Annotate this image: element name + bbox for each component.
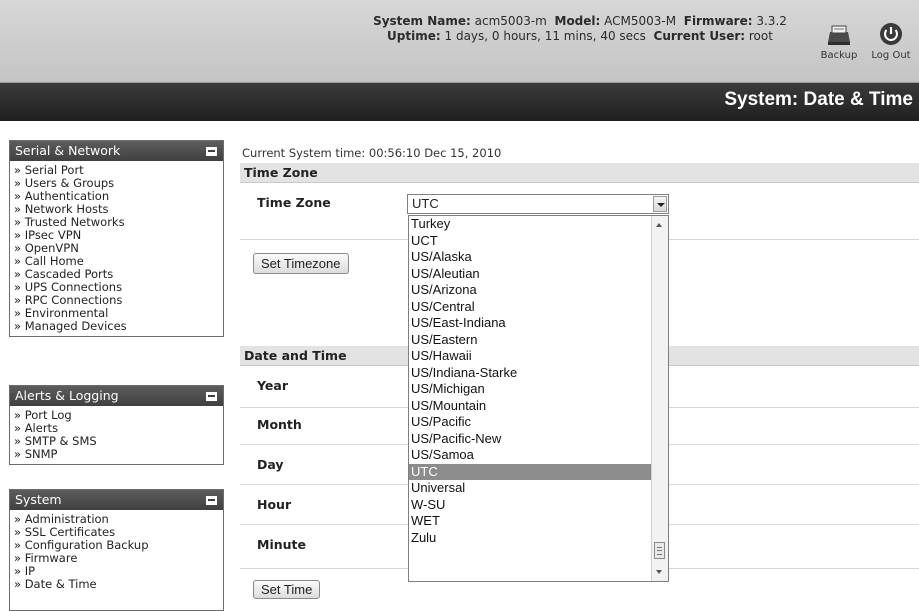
menu-item-firmware[interactable]: » Firmware [14, 552, 223, 565]
dropdown-option[interactable]: US/Mountain [409, 398, 654, 415]
dropdown-option[interactable]: UCT [409, 233, 654, 250]
page-title: System: Date & Time [724, 89, 913, 110]
sidebar-panel-serial-network: Serial & Network » Serial Port » Users &… [9, 140, 224, 337]
minute-label: Minute [257, 537, 306, 552]
dropdown-option[interactable]: UTC [409, 463, 654, 480]
uptime: 1 days, 0 hours, 11 mins, 40 secs [444, 29, 646, 43]
current-user-label: Current User: [653, 29, 746, 43]
menu-item-snmp[interactable]: » SNMP [14, 448, 223, 461]
dropdown-option[interactable]: US/Indiana-Starke [409, 365, 654, 382]
title-bar: System: Date & Time [0, 83, 919, 121]
dropdown-option[interactable]: US/Samoa [409, 447, 654, 464]
top-header: System Name: acm5003-m Model: ACM5003-M … [0, 0, 919, 83]
system-info: System Name: acm5003-m Model: ACM5003-M … [360, 14, 800, 44]
panel-title: Alerts & Logging [15, 388, 119, 403]
sidebar-panel-alerts-logging: Alerts & Logging » Port Log » Alerts » S… [9, 385, 224, 465]
scroll-down-arrow-icon[interactable] [656, 570, 662, 574]
month-label: Month [257, 417, 302, 432]
dropdown-option[interactable]: US/Alaska [409, 249, 654, 266]
panel-title: Serial & Network [15, 143, 121, 158]
menu-item-managed-devices[interactable]: » Managed Devices [14, 320, 223, 333]
backup-label: Backup [820, 50, 858, 61]
collapse-icon[interactable] [206, 392, 217, 401]
backup-icon [828, 25, 850, 45]
dropdown-option[interactable]: WET [409, 513, 654, 530]
menu-item-date-time[interactable]: » Date & Time [14, 578, 223, 591]
panel-menu: » Serial Port » Users & Groups » Authent… [10, 161, 223, 336]
time-zone-selected-value: UTC [412, 196, 439, 211]
dropdown-option[interactable]: US/Pacific [409, 414, 654, 431]
chevron-down-icon[interactable] [653, 196, 667, 212]
dropdown-option[interactable]: US/Michigan [409, 381, 654, 398]
firmware-label: Firmware: [683, 14, 753, 28]
dropdown-option[interactable]: Zulu [409, 530, 654, 547]
set-time-button[interactable]: Set Time [253, 580, 321, 599]
model-label: Model: [554, 14, 601, 28]
panel-menu: » Administration » SSL Certificates » Co… [10, 510, 223, 594]
time-zone-section-header: Time Zone [240, 163, 919, 183]
scroll-thumb[interactable] [654, 542, 665, 559]
set-timezone-button[interactable]: Set Timezone [253, 253, 349, 274]
system-name-label: System Name: [373, 14, 471, 28]
panel-menu: » Port Log » Alerts » SMTP & SMS » SNMP [10, 406, 223, 464]
year-label: Year [257, 378, 288, 393]
time-zone-select[interactable]: UTC [407, 194, 669, 214]
hour-label: Hour [257, 497, 292, 512]
dropdown-option[interactable]: US/Pacific-New [409, 431, 654, 448]
dropdown-option[interactable]: Turkey [409, 216, 654, 233]
system-name: acm5003-m [474, 14, 547, 28]
panel-title: System [15, 492, 62, 507]
model: ACM5003-M [604, 14, 677, 28]
collapse-icon[interactable] [206, 147, 217, 156]
dropdown-option[interactable]: US/Arizona [409, 282, 654, 299]
current-system-time: Current System time: 00:56:10 Dec 15, 20… [242, 146, 502, 160]
backup-button[interactable]: Backup [814, 22, 864, 61]
logout-button[interactable]: Log Out [866, 22, 916, 61]
dropdown-option[interactable]: US/Hawaii [409, 348, 654, 365]
logout-label: Log Out [871, 50, 911, 61]
dropdown-option[interactable]: US/Central [409, 299, 654, 316]
firmware-version: 3.3.2 [756, 14, 787, 28]
dropdown-option[interactable]: W-SU [409, 497, 654, 514]
current-user: root [748, 29, 773, 43]
time-zone-dropdown-list[interactable]: Turkey UCT US/Alaska US/Aleutian US/Arizona U… [408, 215, 669, 582]
scroll-up-arrow-icon[interactable] [656, 223, 662, 227]
panel-header[interactable]: Alerts & Logging [10, 386, 223, 406]
day-label: Day [257, 457, 284, 472]
power-icon [880, 23, 902, 45]
dropdown-scrollbar[interactable] [651, 216, 668, 581]
panel-header[interactable]: Serial & Network [10, 141, 223, 161]
dropdown-option[interactable]: US/East-Indiana [409, 315, 654, 332]
dropdown-option[interactable]: US/Aleutian [409, 266, 654, 283]
collapse-icon[interactable] [206, 496, 217, 505]
uptime-label: Uptime: [387, 29, 441, 43]
sidebar-panel-system: System » Administration » SSL Certificat… [9, 489, 224, 611]
panel-header[interactable]: System [10, 490, 223, 510]
dropdown-option[interactable]: US/Eastern [409, 332, 654, 349]
dropdown-option[interactable]: Universal [409, 480, 654, 497]
time-zone-label: Time Zone [257, 195, 331, 210]
